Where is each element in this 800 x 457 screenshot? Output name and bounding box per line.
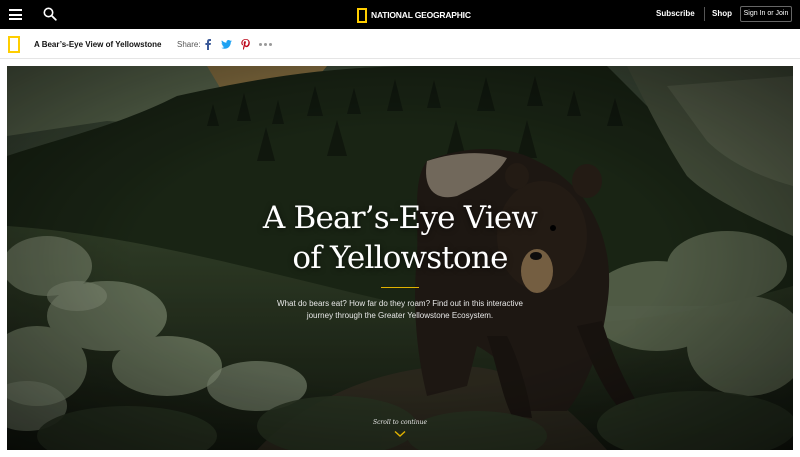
hero-dek-line-1: What do bears eat? How far do they roam?…	[277, 299, 523, 308]
nav-divider	[704, 7, 705, 21]
share-label: Share:	[177, 40, 201, 49]
sign-in-button[interactable]: Sign In or Join	[740, 6, 792, 22]
hero-title-line-2: of Yellowstone	[292, 240, 508, 276]
hamburger-menu-icon[interactable]	[9, 9, 22, 20]
title-divider	[381, 287, 419, 288]
pinterest-icon[interactable]	[239, 38, 251, 50]
search-icon[interactable]	[43, 7, 57, 21]
hero-dek-line-2: journey through the Greater Yellowstone …	[306, 311, 494, 320]
subscribe-link[interactable]: Subscribe	[656, 9, 695, 18]
article-title: A Bear’s-Eye View of Yellowstone	[34, 40, 162, 49]
shop-link[interactable]: Shop	[712, 9, 732, 18]
chevron-down-icon[interactable]	[394, 430, 406, 438]
hero-dek: What do bears eat? How far do they roam?…	[269, 298, 531, 322]
article-subheader: A Bear’s-Eye View of Yellowstone Share:	[0, 29, 800, 59]
yellow-border-logo-icon	[357, 7, 367, 23]
twitter-icon[interactable]	[220, 38, 232, 50]
scroll-to-continue[interactable]: Scroll to continue	[350, 419, 450, 426]
more-icon[interactable]	[259, 43, 272, 46]
facebook-icon[interactable]	[202, 38, 214, 50]
hero-title-line-1: A Bear’s-Eye View	[262, 200, 538, 236]
top-nav-bar: NATIONAL GEOGRAPHIC Subscribe Shop Sign …	[0, 0, 800, 29]
yellow-border-logo-icon[interactable]	[8, 36, 20, 53]
hero-image: A Bear’s-Eye View of Yellowstone What do…	[7, 66, 793, 450]
brand-name: NATIONAL GEOGRAPHIC	[371, 10, 471, 20]
national-geographic-logo[interactable]: NATIONAL GEOGRAPHIC	[357, 7, 471, 23]
